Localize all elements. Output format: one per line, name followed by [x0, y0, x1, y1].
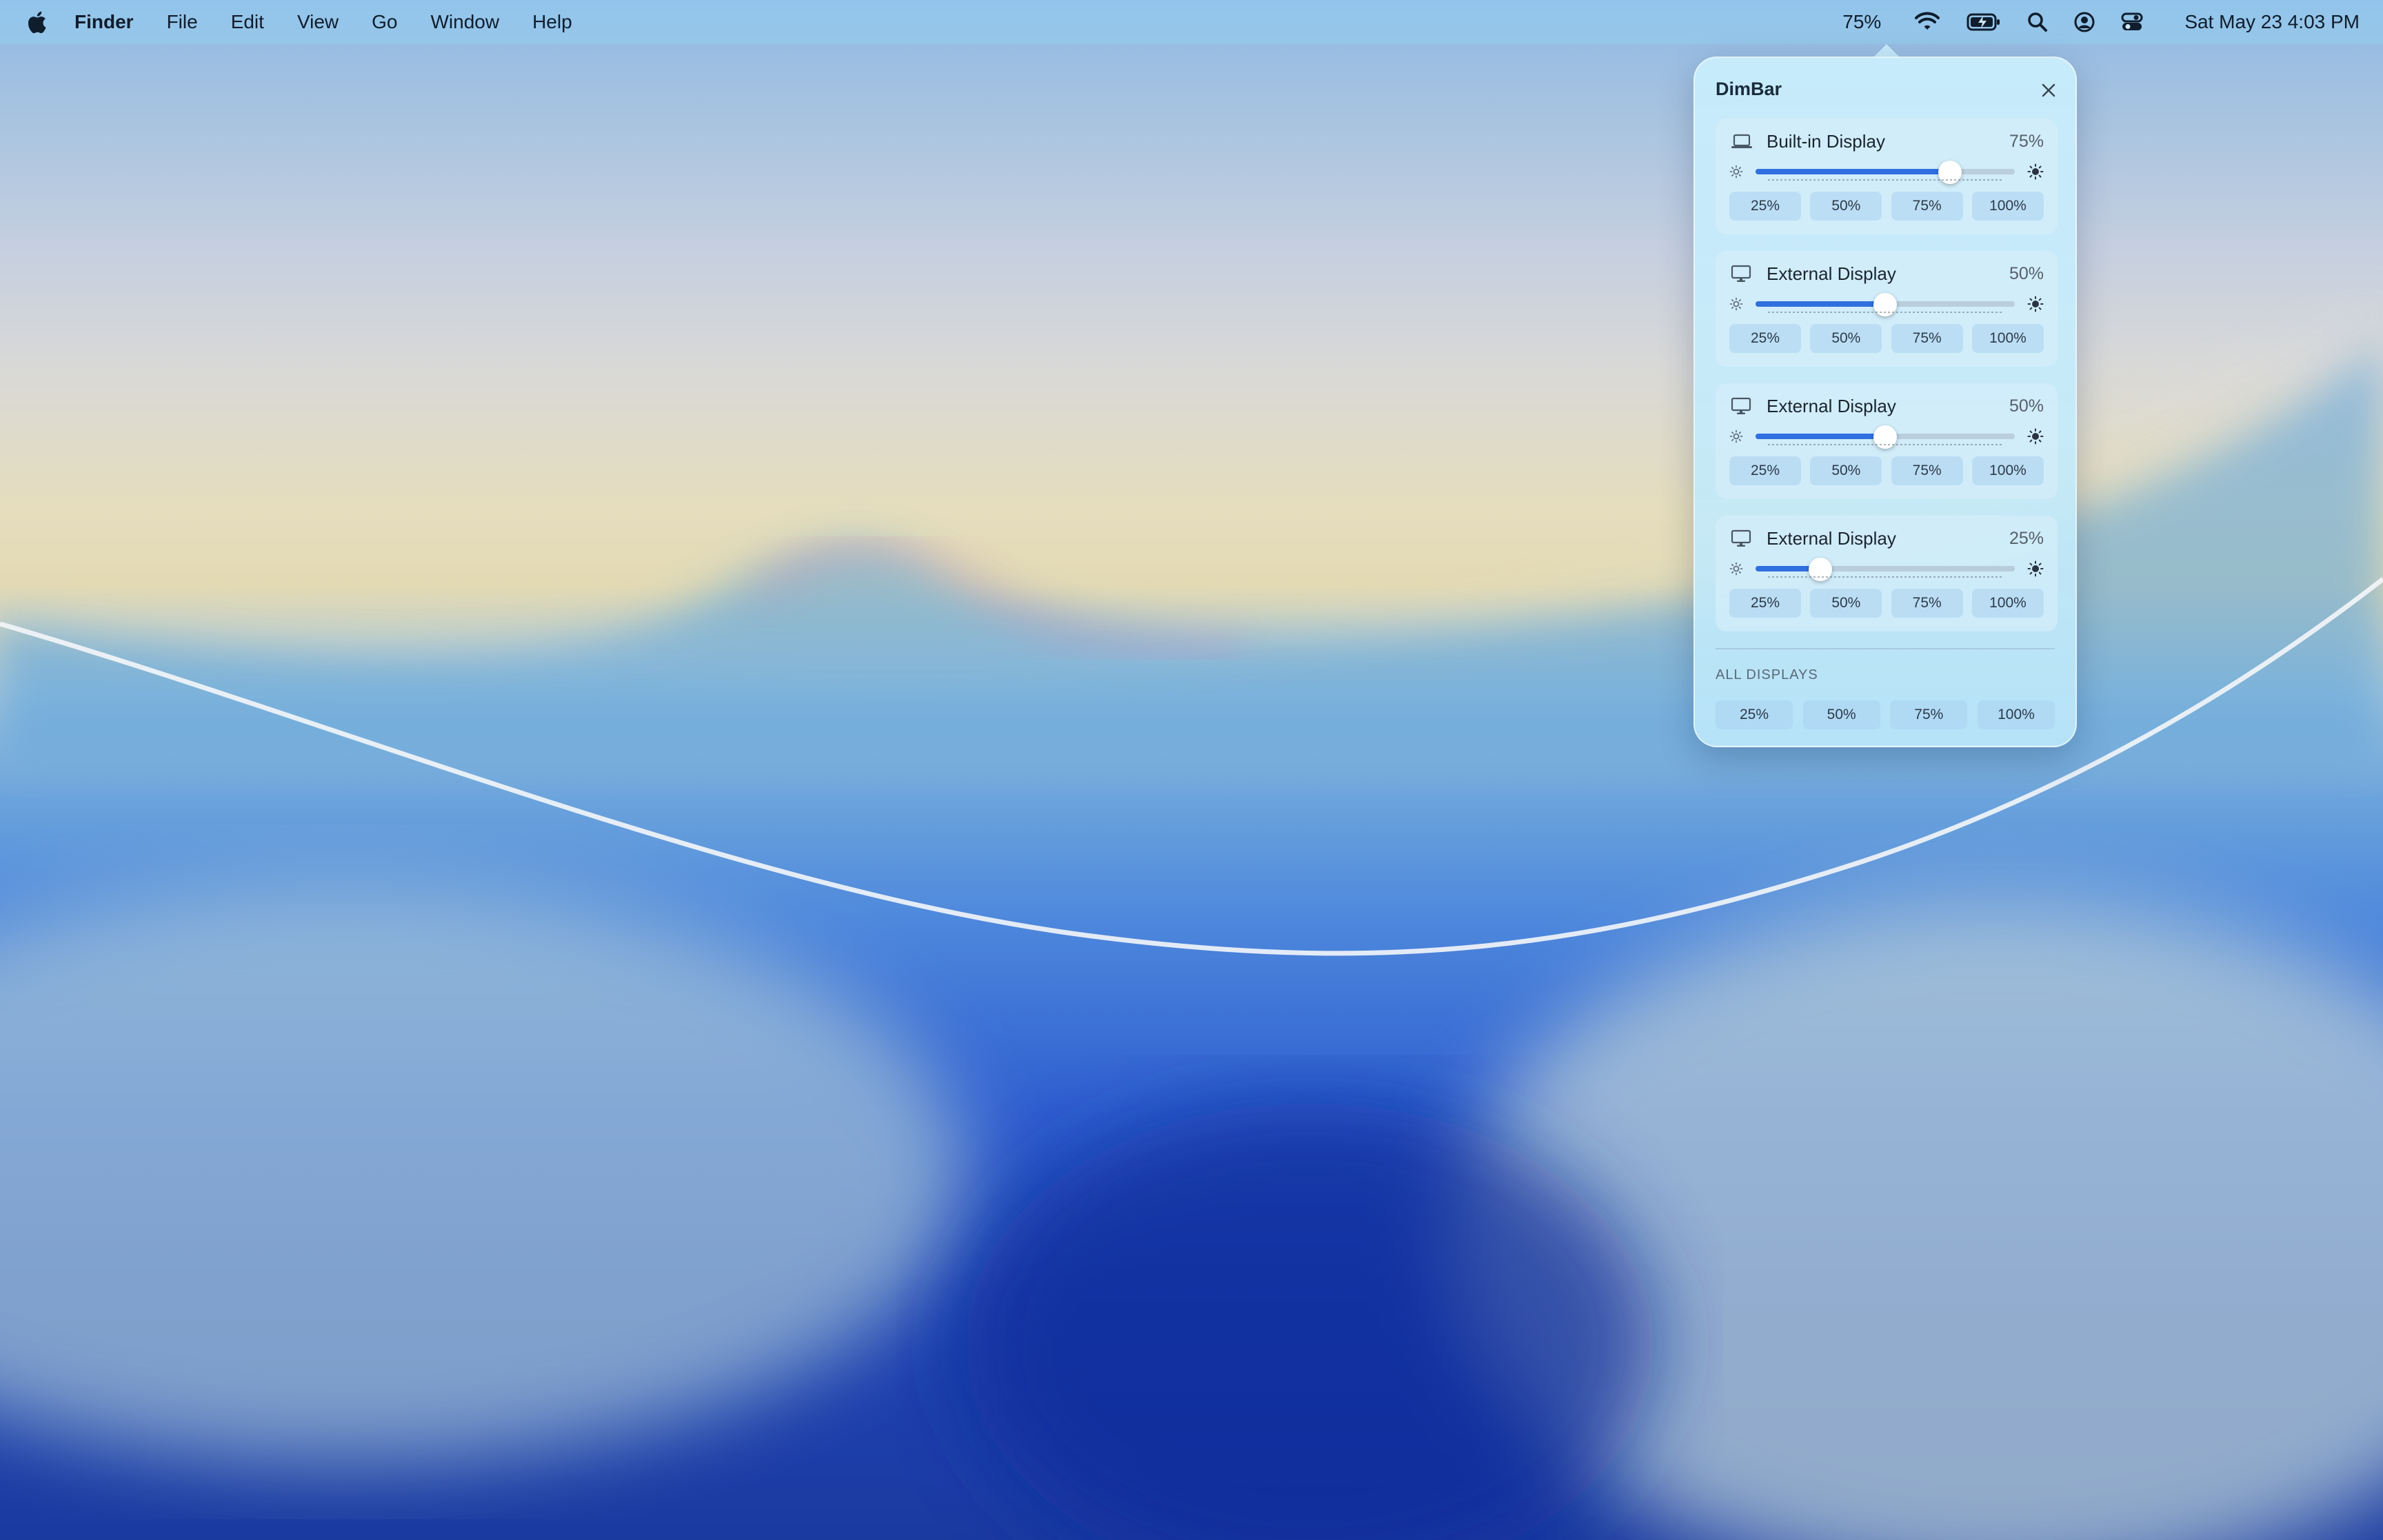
preset-row: 25% 50% 75% 100% [1729, 589, 2044, 618]
preset-75-button[interactable]: 75% [1891, 192, 1963, 221]
laptop-icon [1731, 132, 1753, 151]
display-percent: 50% [2009, 396, 2044, 416]
preset-100-button[interactable]: 100% [1971, 192, 2044, 221]
brightness-low-icon [1729, 297, 1743, 311]
brightness-low-icon [1729, 165, 1743, 179]
preset-row: 25% 50% 75% 100% [1729, 456, 2044, 485]
display-name: External Display [1767, 263, 1896, 284]
slider-ticks [1768, 444, 2002, 445]
display-percent: 50% [2009, 263, 2044, 283]
user-icon[interactable] [2074, 12, 2095, 32]
preset-25-button[interactable]: 25% [1729, 192, 1801, 221]
display-name: External Display [1767, 395, 1896, 416]
preset-75-button[interactable]: 75% [1891, 324, 1963, 353]
all-preset-100-button[interactable]: 100% [1977, 700, 2055, 729]
menu-window[interactable]: Window [430, 11, 499, 33]
display-name: Built-in Display [1767, 130, 1885, 152]
display-card: Built-in Display 75% 25% 50% 75% 100% [1716, 119, 2058, 234]
slider-fill [1756, 301, 1885, 307]
brightness-low-icon [1729, 429, 1743, 443]
slider-ticks [1768, 179, 2002, 181]
menu-bar: Finder File Edit View Go Window Help 75% [0, 0, 2383, 44]
brightness-slider[interactable] [1756, 558, 2015, 581]
search-icon[interactable] [2027, 12, 2048, 32]
menu-clock[interactable]: Sat May 23 4:03 PM [2184, 11, 2360, 33]
menu-app-name[interactable]: Finder [74, 11, 134, 33]
brightness-high-icon [2027, 428, 2044, 445]
brightness-slider[interactable] [1756, 293, 2015, 316]
slider-ticks [1768, 312, 2002, 313]
dimbar-popover: DimBar Built-in Display 75% 25% 50% 75% … [1693, 57, 2077, 747]
brightness-slider-row [1729, 557, 2044, 581]
preset-50-button[interactable]: 50% [1810, 192, 1882, 221]
apple-logo-icon[interactable] [26, 10, 47, 34]
brightness-slider[interactable] [1756, 425, 2015, 449]
menu-view[interactable]: View [297, 11, 339, 33]
preset-25-button[interactable]: 25% [1729, 456, 1801, 485]
preset-75-button[interactable]: 75% [1891, 456, 1963, 485]
all-preset-50-button[interactable]: 50% [1802, 700, 1880, 729]
popover-arrow [1873, 44, 1900, 58]
close-button[interactable] [2038, 80, 2059, 101]
brightness-slider[interactable] [1756, 161, 2015, 184]
control-center-icon[interactable] [2121, 12, 2143, 32]
all-preset-75-button[interactable]: 75% [1890, 700, 1968, 729]
dimbar-status-item[interactable]: 75% [1842, 11, 1881, 33]
brightness-low-icon [1729, 562, 1743, 576]
display-name: External Display [1767, 527, 1896, 549]
close-icon [2042, 83, 2055, 97]
preset-row: 25% 50% 75% 100% [1729, 324, 2044, 353]
brightness-slider-row [1729, 160, 2044, 184]
preset-100-button[interactable]: 100% [1971, 324, 2044, 353]
slider-fill [1756, 169, 1950, 174]
preset-100-button[interactable]: 100% [1971, 456, 2044, 485]
all-displays-label: ALL DISPLAYS [1716, 667, 1818, 682]
section-divider [1716, 648, 2055, 649]
preset-25-button[interactable]: 25% [1729, 324, 1801, 353]
brightness-high-icon [2027, 296, 2044, 312]
brightness-slider-row [1729, 425, 2044, 449]
brightness-high-icon [2027, 163, 2044, 180]
preset-25-button[interactable]: 25% [1729, 589, 1801, 618]
menu-go[interactable]: Go [372, 11, 397, 33]
menu-help[interactable]: Help [532, 11, 572, 33]
display-percent: 25% [2009, 528, 2044, 548]
monitor-icon [1731, 264, 1753, 283]
slider-fill [1756, 434, 1885, 439]
preset-50-button[interactable]: 50% [1810, 456, 1882, 485]
preset-row: 25% 50% 75% 100% [1729, 192, 2044, 221]
preset-50-button[interactable]: 50% [1810, 589, 1882, 618]
display-card: External Display 50% 25% 50% 75% 100% [1716, 251, 2058, 367]
preset-75-button[interactable]: 75% [1891, 589, 1963, 618]
all-preset-25-button[interactable]: 25% [1716, 700, 1793, 729]
menu-file[interactable]: File [167, 11, 198, 33]
brightness-slider-row [1729, 292, 2044, 316]
preset-50-button[interactable]: 50% [1810, 324, 1882, 353]
popover-title: DimBar [1716, 79, 1782, 99]
all-displays-preset-row: 25% 50% 75% 100% [1716, 700, 2055, 729]
menu-edit[interactable]: Edit [231, 11, 264, 33]
wifi-icon[interactable] [1914, 12, 1940, 32]
display-card: External Display 50% 25% 50% 75% 100% [1716, 383, 2058, 499]
monitor-icon [1731, 396, 1753, 416]
slider-ticks [1768, 576, 2002, 578]
display-percent: 75% [2009, 131, 2044, 151]
display-card: External Display 25% 25% 50% 75% 100% [1716, 516, 2058, 631]
preset-100-button[interactable]: 100% [1971, 589, 2044, 618]
battery-icon[interactable] [1967, 13, 2001, 31]
monitor-icon [1731, 529, 1753, 548]
brightness-high-icon [2027, 560, 2044, 577]
